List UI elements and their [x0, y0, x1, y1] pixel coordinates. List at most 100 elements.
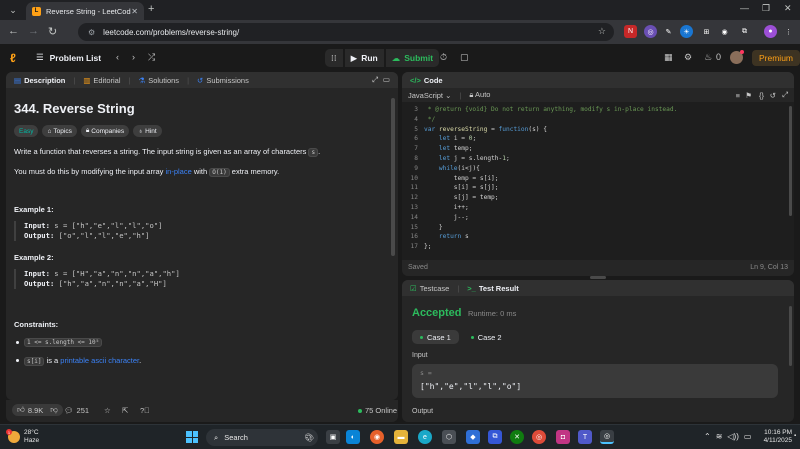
debug-icon[interactable]: ⁞⁞ — [325, 49, 343, 67]
problem-list-button[interactable]: ☰ Problem List — [36, 52, 101, 63]
in-place-link[interactable]: in-place — [165, 167, 191, 176]
help-icon[interactable]: ?⃝ — [140, 406, 150, 415]
teams-icon[interactable]: T — [578, 430, 592, 444]
tab-editorial[interactable]: ▥ Editorial — [83, 76, 120, 85]
browser-tab[interactable]: L Reverse String - LeetCode ✕ — [26, 2, 144, 20]
forward-icon[interactable]: → — [28, 25, 39, 37]
thumbs-down-icon[interactable]: 👎︎ — [50, 405, 58, 415]
code-line[interactable]: 14 j--; — [402, 214, 469, 223]
extension-new-icon[interactable]: N — [624, 25, 637, 38]
layout-icon[interactable]: ▦ — [664, 52, 673, 63]
browser-menu-icon[interactable]: ⋮ — [782, 25, 795, 38]
app-blue-icon[interactable]: ◆ — [466, 430, 480, 444]
editor-scrollbar[interactable] — [789, 106, 792, 216]
app-cube-icon[interactable]: ⬡ — [442, 430, 456, 444]
run-button[interactable]: ▶ Run — [344, 49, 384, 67]
code-line[interactable]: 13 i++; — [402, 204, 469, 213]
volume-icon[interactable]: ◁)) — [727, 432, 738, 441]
auto-mode[interactable]: 🔒︎ Auto — [469, 90, 490, 100]
notifications-icon[interactable]: ▪ — [794, 433, 796, 439]
submit-button[interactable]: ☁ Submit — [385, 49, 440, 67]
panel-menu-icon[interactable]: ▭ — [383, 75, 390, 84]
code-line[interactable]: 12 s[j] = temp; — [402, 194, 499, 203]
chrome-active-icon[interactable]: ◎ — [600, 430, 614, 444]
result-scrollbar[interactable] — [789, 306, 792, 366]
avatar[interactable] — [730, 50, 744, 64]
wifi-icon[interactable]: ≋ — [716, 432, 723, 441]
battery-icon[interactable]: ▭ — [744, 432, 752, 441]
comments-button[interactable]: 💬︎ 251 — [64, 406, 89, 415]
windows-start-icon[interactable] — [186, 431, 198, 443]
tab-test-result[interactable]: >_ Test Result — [467, 284, 518, 293]
code-line[interactable]: 11 s[i] = s[j]; — [402, 184, 499, 193]
code-line[interactable]: 4 */ — [402, 116, 435, 125]
code-line[interactable]: 17}; — [402, 243, 432, 252]
code-line[interactable]: 5 var reverseString = function(s) { — [402, 126, 547, 135]
bookmark-star-icon[interactable]: ☆ — [598, 26, 606, 37]
settings-gear-icon[interactable]: ⚙ — [684, 52, 692, 63]
code-line[interactable]: 10 temp = s[i]; — [402, 175, 499, 184]
code-line[interactable]: 15 } — [402, 224, 443, 233]
close-window-icon[interactable]: ✕ — [784, 3, 792, 14]
streak-fire-icon[interactable]: ♨ — [704, 52, 712, 63]
copilot-icon[interactable]: ◐ — [346, 430, 360, 444]
code-line[interactable]: 16 return s — [402, 233, 469, 242]
topics-tag[interactable]: ⌂ Topics — [42, 125, 77, 137]
chrome-icon[interactable]: ◎ — [532, 430, 546, 444]
firefox-icon[interactable]: ◉ — [370, 430, 384, 444]
file-explorer-icon[interactable]: ▬ — [394, 430, 408, 444]
back-icon[interactable]: ← — [8, 25, 19, 37]
companies-tag[interactable]: 🔒︎ Companies — [80, 125, 130, 137]
code-line[interactable]: 9 while(i<j){ — [402, 165, 480, 174]
extension-chat-icon[interactable]: ◉ — [718, 25, 731, 38]
minimize-icon[interactable]: — — [740, 3, 749, 13]
timer-icon[interactable]: ⏱ — [440, 52, 447, 63]
weather-widget[interactable]: 1 28°C Haze — [6, 429, 39, 445]
favorite-star-icon[interactable]: ☆ — [104, 406, 111, 415]
printable-ascii-link[interactable]: printable ascii character — [60, 356, 139, 365]
fullscreen-icon[interactable]: ⤢ — [782, 90, 788, 100]
tab-testcase[interactable]: ☑ Testcase — [410, 284, 449, 293]
prev-problem-icon[interactable]: ‹ — [116, 52, 119, 62]
language-select[interactable]: JavaScript ⌄ — [408, 91, 451, 100]
description-scrollbar[interactable] — [391, 98, 395, 256]
extension-circle-icon[interactable]: ◎ — [644, 25, 657, 38]
taskbar-clock[interactable]: 10:16 PM 4/11/2025 — [752, 429, 792, 445]
extension-blue-icon[interactable]: ☀ — [680, 25, 693, 38]
notes-icon[interactable]: ▢ — [460, 52, 469, 63]
format-icon[interactable]: ≡ — [736, 91, 740, 100]
bookmark-icon[interactable]: ⚑ — [745, 91, 752, 100]
new-tab-icon[interactable]: + — [148, 3, 154, 15]
tab-submissions[interactable]: ↺ Submissions — [197, 76, 249, 85]
edge-icon[interactable]: e — [418, 430, 432, 444]
code-tab[interactable]: </> Code — [410, 76, 443, 85]
code-line[interactable]: 7 let temp; — [402, 145, 472, 154]
code-line[interactable]: 8 let j = s.length-1; — [402, 155, 509, 164]
close-tab-icon[interactable]: ✕ — [131, 7, 138, 16]
task-view-icon[interactable]: ▣ — [326, 430, 340, 444]
xbox-icon[interactable]: ✕ — [510, 430, 524, 444]
braces-icon[interactable]: {} — [759, 91, 764, 100]
reset-icon[interactable]: ↺ — [770, 91, 776, 100]
leetcode-logo-icon[interactable]: ℓ — [10, 51, 24, 65]
extensions-puzzle-icon[interactable]: ⧉ — [738, 25, 751, 38]
maximize-icon[interactable]: ❐ — [762, 3, 770, 14]
case-1-tab[interactable]: Case 1 — [412, 330, 459, 344]
shuffle-icon[interactable]: ⤮ — [148, 52, 155, 63]
expand-panel-icon[interactable]: ⤢ — [372, 75, 378, 85]
next-problem-icon[interactable]: › — [132, 52, 135, 62]
url-bar[interactable]: ⚙ leetcode.com/problems/reverse-string/ … — [78, 23, 614, 41]
panel-resize-handle[interactable] — [590, 276, 606, 279]
premium-button[interactable]: Premium — [752, 50, 800, 66]
case-2-tab[interactable]: Case 2 — [463, 330, 510, 344]
code-editor[interactable]: 3 * @return {void} Do not return anythin… — [402, 102, 794, 260]
code-line[interactable]: 3 * @return {void} Do not return anythin… — [402, 106, 677, 115]
code-line[interactable]: 6 let i = 0; — [402, 135, 476, 144]
app-stack-icon[interactable]: ⧉ — [488, 430, 502, 444]
site-info-icon[interactable]: ⚙ — [88, 28, 95, 37]
share-icon[interactable]: ⇱ — [122, 406, 128, 415]
like-button[interactable]: 👍︎ 8.9K 👎︎ — [12, 404, 63, 416]
taskbar-search[interactable]: ⌕ Search 🎨︎ — [206, 429, 318, 446]
reload-icon[interactable]: ↻ — [48, 25, 57, 38]
instagram-icon[interactable]: ◘ — [556, 430, 570, 444]
